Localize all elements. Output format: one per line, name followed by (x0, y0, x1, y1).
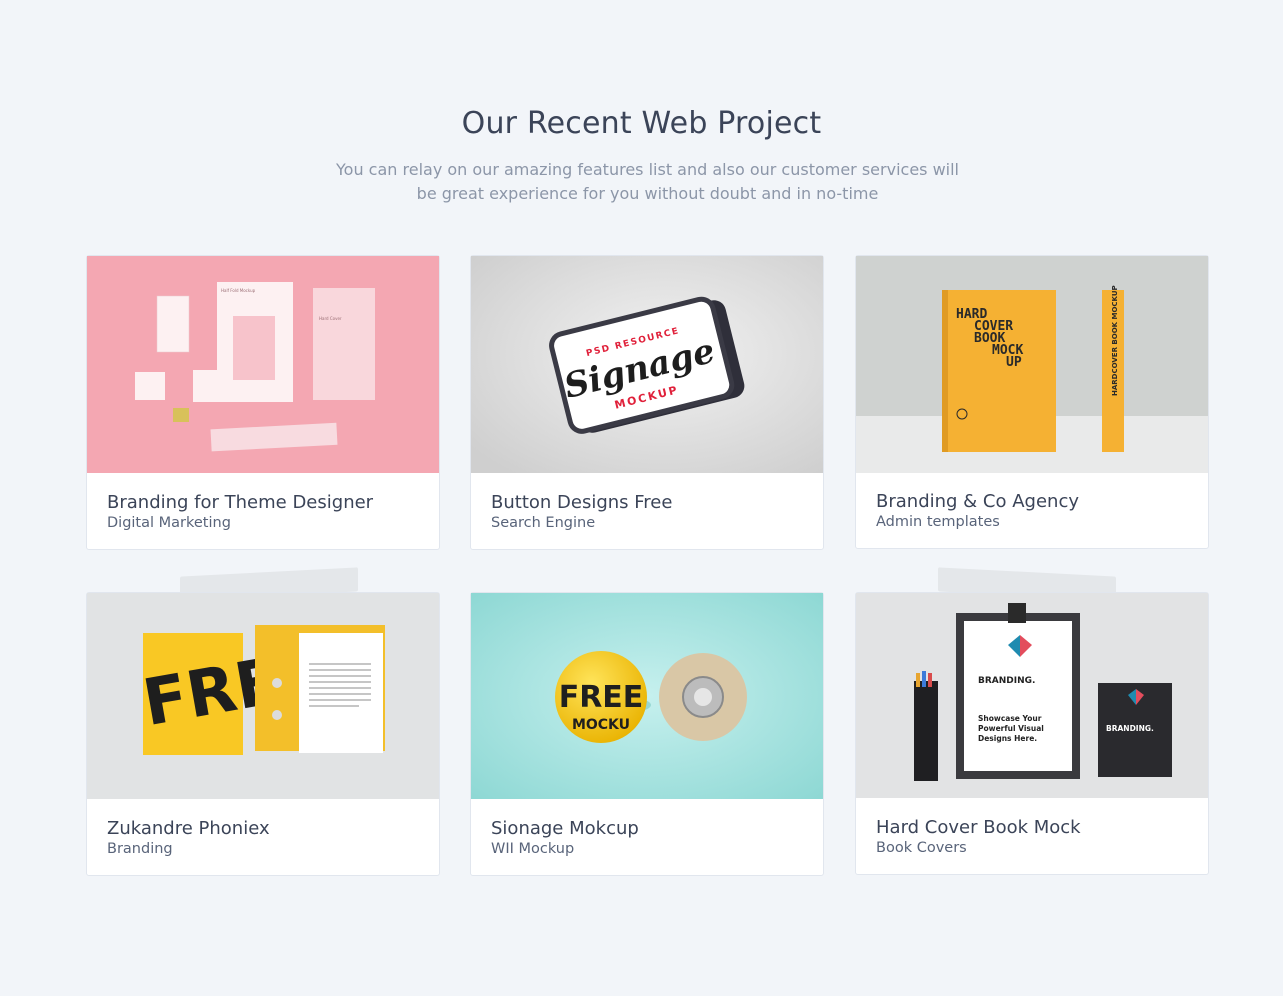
project-card[interactable]: FREE MOCKU Sionage Mokcup WII Mockup (470, 592, 824, 876)
project-card[interactable]: PSD RESOURCE Signage MOCKUP Button Desig… (470, 255, 824, 550)
project-category: Admin templates (876, 514, 1000, 530)
project-card[interactable]: FREE Zukandre Phoniex Branding (86, 592, 440, 876)
project-thumbnail-folder[interactable]: FREE (87, 593, 439, 799)
project-card[interactable]: Half Fold Mockup Hard Cover Branding for… (86, 255, 440, 550)
project-meta: Sionage Mokcup WII Mockup (491, 818, 811, 858)
clipboard-heading: BRANDING. (978, 676, 1035, 686)
svg-text:Hard Cover: Hard Cover (319, 316, 342, 321)
project-meta: Branding for Theme Designer Digital Mark… (107, 492, 427, 532)
project-category: Branding (107, 841, 173, 857)
project-meta: Hard Cover Book Mock Book Covers (876, 817, 1196, 857)
clipboard-text: Showcase Your (978, 714, 1042, 723)
project-card[interactable]: BRANDING. Showcase Your Powerful Visual … (855, 592, 1209, 875)
project-meta: Branding & Co Agency Admin templates (876, 491, 1196, 531)
svg-text:Half Fold Mockup: Half Fold Mockup (221, 288, 256, 293)
book-cover-text: UP (1006, 355, 1022, 370)
book-spine-text: HARDCOVER BOOK MOCKUP (1111, 285, 1119, 396)
project-card[interactable]: HARD COVER BOOK MOCK UP HARDCOVER BOOK M… (855, 255, 1209, 549)
project-category: Search Engine (491, 515, 596, 531)
subtitle-line-2: be great experience for you without doub… (416, 184, 879, 203)
project-meta: Zukandre Phoniex Branding (107, 818, 427, 858)
project-title[interactable]: Zukandre Phoniex (107, 818, 427, 840)
section-subtitle: You can relay on our amazing features li… (320, 158, 975, 206)
clipboard-text: Powerful Visual (978, 724, 1044, 733)
project-title[interactable]: Branding & Co Agency (876, 491, 1196, 513)
project-category: Book Covers (876, 840, 967, 856)
project-category: WII Mockup (491, 841, 575, 857)
book-title-text: BRANDING. (1106, 724, 1154, 733)
project-category: Digital Marketing (107, 515, 231, 531)
section-title: Our Recent Web Project (461, 106, 822, 141)
project-thumbnail-pin-button[interactable]: FREE MOCKU (471, 593, 823, 799)
project-thumbnail-clipboard[interactable]: BRANDING. Showcase Your Powerful Visual … (856, 593, 1208, 798)
project-thumbnail-hardcover-book[interactable]: HARD COVER BOOK MOCK UP HARDCOVER BOOK M… (856, 256, 1208, 473)
clipboard-text: Designs Here. (978, 734, 1037, 743)
pin-text: FREE (559, 680, 644, 715)
subtitle-line-1: You can relay on our amazing features li… (336, 160, 959, 179)
project-thumbnail-stationery[interactable]: Half Fold Mockup Hard Cover (87, 256, 439, 473)
project-meta: Button Designs Free Search Engine (491, 492, 811, 532)
project-title[interactable]: Hard Cover Book Mock (876, 817, 1196, 839)
pin-subtext: MOCKU (572, 717, 630, 733)
project-title[interactable]: Button Designs Free (491, 492, 811, 514)
project-title[interactable]: Sionage Mokcup (491, 818, 811, 840)
project-title[interactable]: Branding for Theme Designer (107, 492, 427, 514)
project-thumbnail-signage[interactable]: PSD RESOURCE Signage MOCKUP (471, 256, 823, 473)
